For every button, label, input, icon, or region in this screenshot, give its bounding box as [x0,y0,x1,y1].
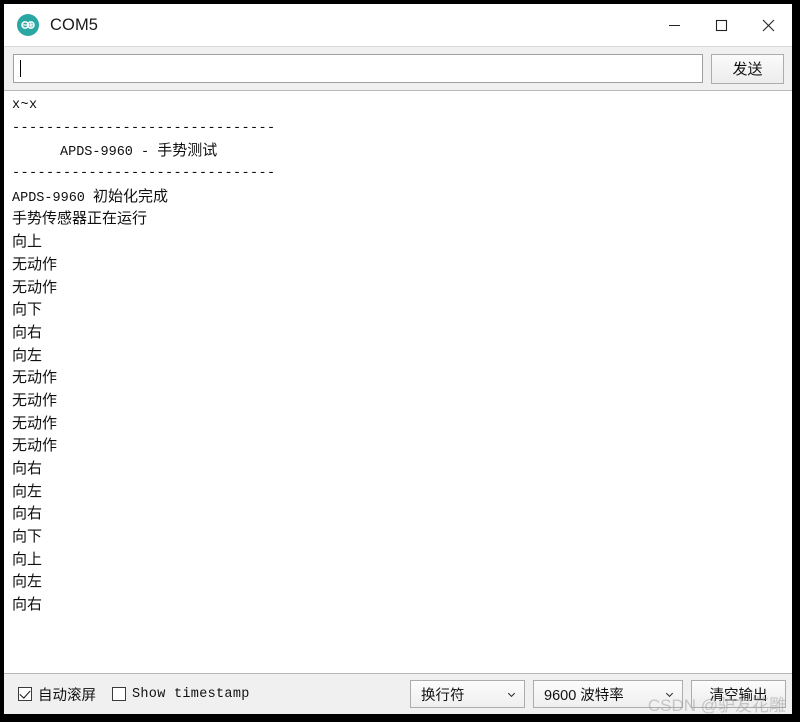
show-timestamp-checkbox[interactable]: Show timestamp [112,687,250,702]
title-bar: COM5 [4,4,792,46]
serial-monitor-window: COM5 发送 x~x -----------------------------… [4,4,792,715]
autoscroll-label: 自动滚屏 [38,687,96,704]
show-timestamp-label: Show timestamp [132,686,250,702]
console-line: 无动作 [12,414,58,432]
autoscroll-checkbox[interactable]: 自动滚屏 [18,684,96,705]
chevron-down-icon [665,692,674,697]
console-line: 向上 [12,550,43,568]
console-output[interactable]: x~x ------------------------------- APDS-9… [4,90,792,674]
console-line: APDS-9960 初始化完成 [12,186,792,209]
console-line-ascii: APDS-9960 - [60,145,158,161]
serial-command-input[interactable] [13,54,703,83]
chevron-down-icon [507,692,516,697]
console-line: 向右 [12,505,43,523]
console-line: 向左 [12,346,43,364]
console-line-ascii: APDS-9960 [12,190,94,206]
status-bar: 自动滚屏 Show timestamp 换行符 9600 波特率 清空输出 CS… [4,674,792,715]
console-line: 无动作 [12,369,58,387]
arduino-infinity-icon [17,14,39,36]
console-line: ------------------------------- [12,166,276,182]
console-line: x~x [12,98,38,113]
clear-output-button[interactable]: 清空输出 [691,680,786,708]
minimize-button[interactable] [651,4,698,46]
title-bar-left: COM5 [4,14,98,36]
console-line: 向左 [12,573,43,591]
window-title: COM5 [50,15,99,34]
baud-rate-select[interactable]: 9600 波特率 [533,680,683,708]
console-line: 向右 [12,460,43,477]
console-line: 向下 [12,301,43,319]
console-line: 无动作 [12,278,58,296]
console-line: ------------------------------- [12,120,276,136]
console-line: 手势传感器正在运行 [12,210,148,228]
console-line: 向下 [12,528,43,546]
console-line: 无动作 [12,255,58,273]
show-timestamp-checkbox-box [112,687,126,701]
console-line: 无动作 [12,391,58,409]
console-line: 向右 [12,596,43,614]
console-line: 向上 [12,233,43,251]
send-row: 发送 [4,46,792,90]
text-caret [20,60,21,77]
console-line: 向左 [12,482,43,500]
baud-rate-value: 9600 波特率 [544,687,624,704]
close-button[interactable] [745,4,792,46]
window-controls [651,4,792,46]
send-button[interactable]: 发送 [711,53,784,84]
autoscroll-checkbox-box [18,687,32,701]
console-line-cjk: 手势测试 [157,142,218,160]
maximize-button[interactable] [698,4,745,46]
line-ending-select[interactable]: 换行符 [410,680,525,708]
console-line: 无动作 [12,437,58,455]
line-ending-value: 换行符 [421,687,465,704]
console-line-cjk: 初始化完成 [93,187,169,205]
console-line: 向右 [12,323,43,341]
console-line: APDS-9960 - 手势测试 [12,140,792,163]
